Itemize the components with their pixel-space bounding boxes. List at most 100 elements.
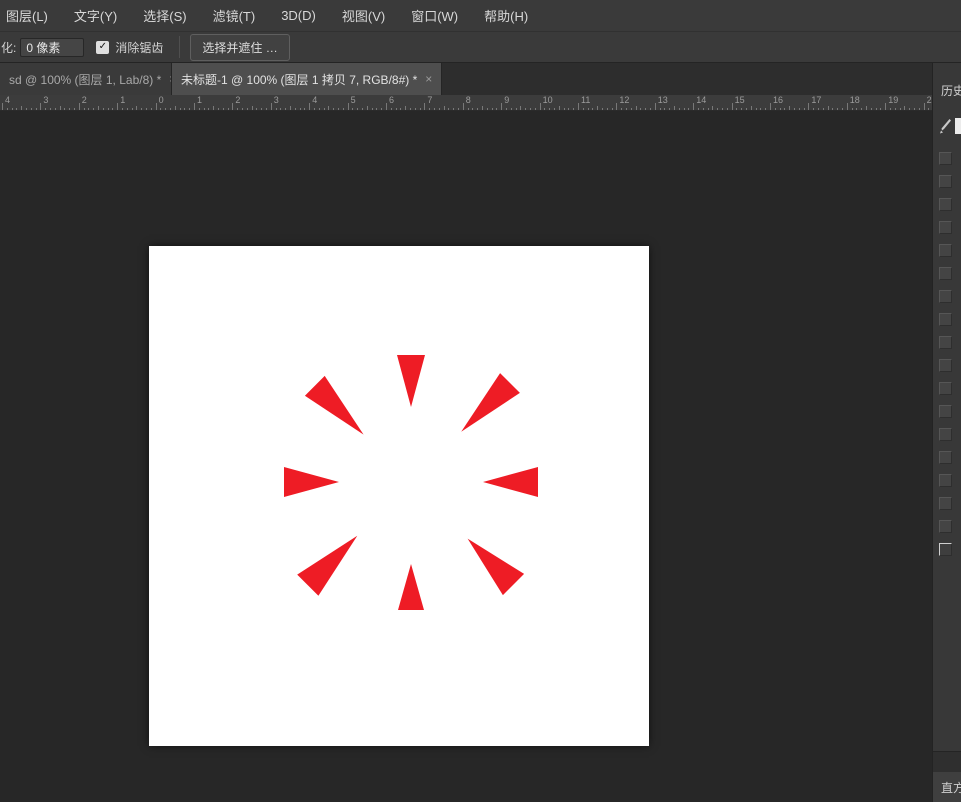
history-state-box[interactable] (939, 520, 952, 533)
ruler-tick (16, 108, 17, 110)
ruler-tick (98, 106, 99, 110)
ruler-tick (693, 103, 694, 110)
history-state-box[interactable] (939, 152, 952, 165)
tab-bar: sd @ 100% (图层 1, Lab/8) *×未标题-1 @ 100% (… (0, 63, 932, 95)
ruler-tick (45, 108, 46, 110)
ruler-tick (876, 108, 877, 110)
ruler-tick (439, 108, 440, 110)
history-state-box[interactable] (939, 221, 952, 234)
history-state-box[interactable] (939, 474, 952, 487)
history-states-list (939, 152, 952, 566)
ruler-tick (376, 108, 377, 110)
histogram-panel-title: 直方 (941, 781, 961, 795)
ruler-tick (372, 108, 373, 110)
menu-item[interactable]: 3D(D) (268, 0, 329, 31)
tab-close-icon[interactable]: × (425, 72, 432, 86)
ruler-tick (256, 108, 257, 110)
ruler-tick (84, 108, 85, 110)
ruler-tick (175, 106, 176, 110)
menu-item[interactable]: 窗口(W) (398, 0, 471, 31)
menu-item[interactable]: 帮助(H) (471, 0, 541, 31)
checkmark-icon: ✓ (99, 42, 107, 52)
history-state-box[interactable] (939, 451, 952, 464)
ruler-tick (381, 108, 382, 110)
document-tab[interactable]: sd @ 100% (图层 1, Lab/8) *× (0, 63, 172, 95)
menu-item[interactable]: 选择(S) (130, 0, 199, 31)
history-state-box[interactable] (939, 313, 952, 326)
history-state-box[interactable] (939, 175, 952, 188)
history-state-box[interactable] (939, 267, 952, 280)
ruler-tick (429, 108, 430, 110)
ruler-number: 11 (581, 95, 590, 105)
ruler-tick (818, 108, 819, 110)
ruler-tick (765, 108, 766, 110)
select-and-mask-button[interactable]: 选择并遮住 … (190, 34, 289, 61)
history-state-box[interactable] (939, 290, 952, 303)
ruler-tick (573, 108, 574, 110)
menu-item[interactable]: 滤镜(T) (200, 0, 269, 31)
ruler-tick (338, 108, 339, 110)
ruler-tick (21, 106, 22, 110)
ruler-tick (760, 108, 761, 110)
history-state-box[interactable] (939, 497, 952, 510)
ruler-tick (520, 106, 521, 110)
ruler-number: 12 (619, 95, 629, 105)
ruler-tick (703, 108, 704, 110)
red-wedge (397, 355, 425, 407)
ruler-number: 0 (159, 95, 164, 105)
history-state-box[interactable] (939, 405, 952, 418)
red-wedge (461, 373, 520, 432)
ruler-tick (506, 108, 507, 110)
history-state-box[interactable] (939, 336, 952, 349)
ruler-tick (204, 108, 205, 110)
ruler-tick (664, 108, 665, 110)
ruler-tick (698, 108, 699, 110)
ruler-tick (535, 108, 536, 110)
document-tab[interactable]: 未标题-1 @ 100% (图层 1 拷贝 7, RGB/8#) *× (172, 63, 442, 95)
history-state-box[interactable] (939, 428, 952, 441)
menu-item[interactable]: 文字(Y) (61, 0, 130, 31)
ruler-tick (511, 108, 512, 110)
ruler-tick (684, 108, 685, 110)
menu-item[interactable]: 视图(V) (329, 0, 398, 31)
histogram-panel-header[interactable]: 直方 (933, 772, 961, 802)
ruler-tick (914, 108, 915, 110)
snapshot-thumbnail[interactable] (955, 118, 961, 134)
ruler-tick (895, 108, 896, 110)
ruler-tick (367, 106, 368, 110)
ruler-tick (540, 103, 541, 110)
ruler-tick (679, 108, 680, 110)
ruler-tick (482, 106, 483, 110)
document-canvas[interactable] (149, 246, 649, 746)
ruler-tick (266, 108, 267, 110)
ruler-tick (228, 108, 229, 110)
ruler-tick (463, 103, 464, 110)
ruler-tick (309, 103, 310, 110)
menu-bar: 图层(L)文字(Y)选择(S)滤镜(T)3D(D)视图(V)窗口(W)帮助(H) (0, 0, 961, 31)
history-state-box[interactable] (939, 198, 952, 211)
ruler-tick (79, 103, 80, 110)
history-state-box[interactable] (939, 382, 952, 395)
ruler-tick (828, 106, 829, 110)
antialias-checkbox[interactable]: ✓ (96, 41, 109, 54)
ruler-tick (304, 108, 305, 110)
feather-input[interactable]: 0 像素 (20, 38, 84, 57)
ruler-tick (7, 108, 8, 110)
ruler-tick (319, 108, 320, 110)
red-wedge (398, 564, 424, 610)
ruler-tick (247, 108, 248, 110)
ruler-tick (583, 108, 584, 110)
ruler-number: 19 (888, 95, 898, 105)
ruler-number: 1 (120, 95, 125, 105)
history-state-box[interactable] (939, 244, 952, 257)
horizontal-ruler[interactable]: 43210123456789101112131415161718192 (0, 95, 932, 111)
ruler-number: 18 (850, 95, 860, 105)
ruler-tick (708, 108, 709, 110)
ruler-tick (295, 108, 296, 110)
history-state-box[interactable] (939, 359, 952, 372)
history-state-box-current[interactable] (939, 543, 952, 556)
ruler-tick (300, 108, 301, 110)
canvas-area[interactable] (0, 111, 932, 802)
ruler-tick (525, 108, 526, 110)
menu-item[interactable]: 图层(L) (0, 0, 61, 31)
